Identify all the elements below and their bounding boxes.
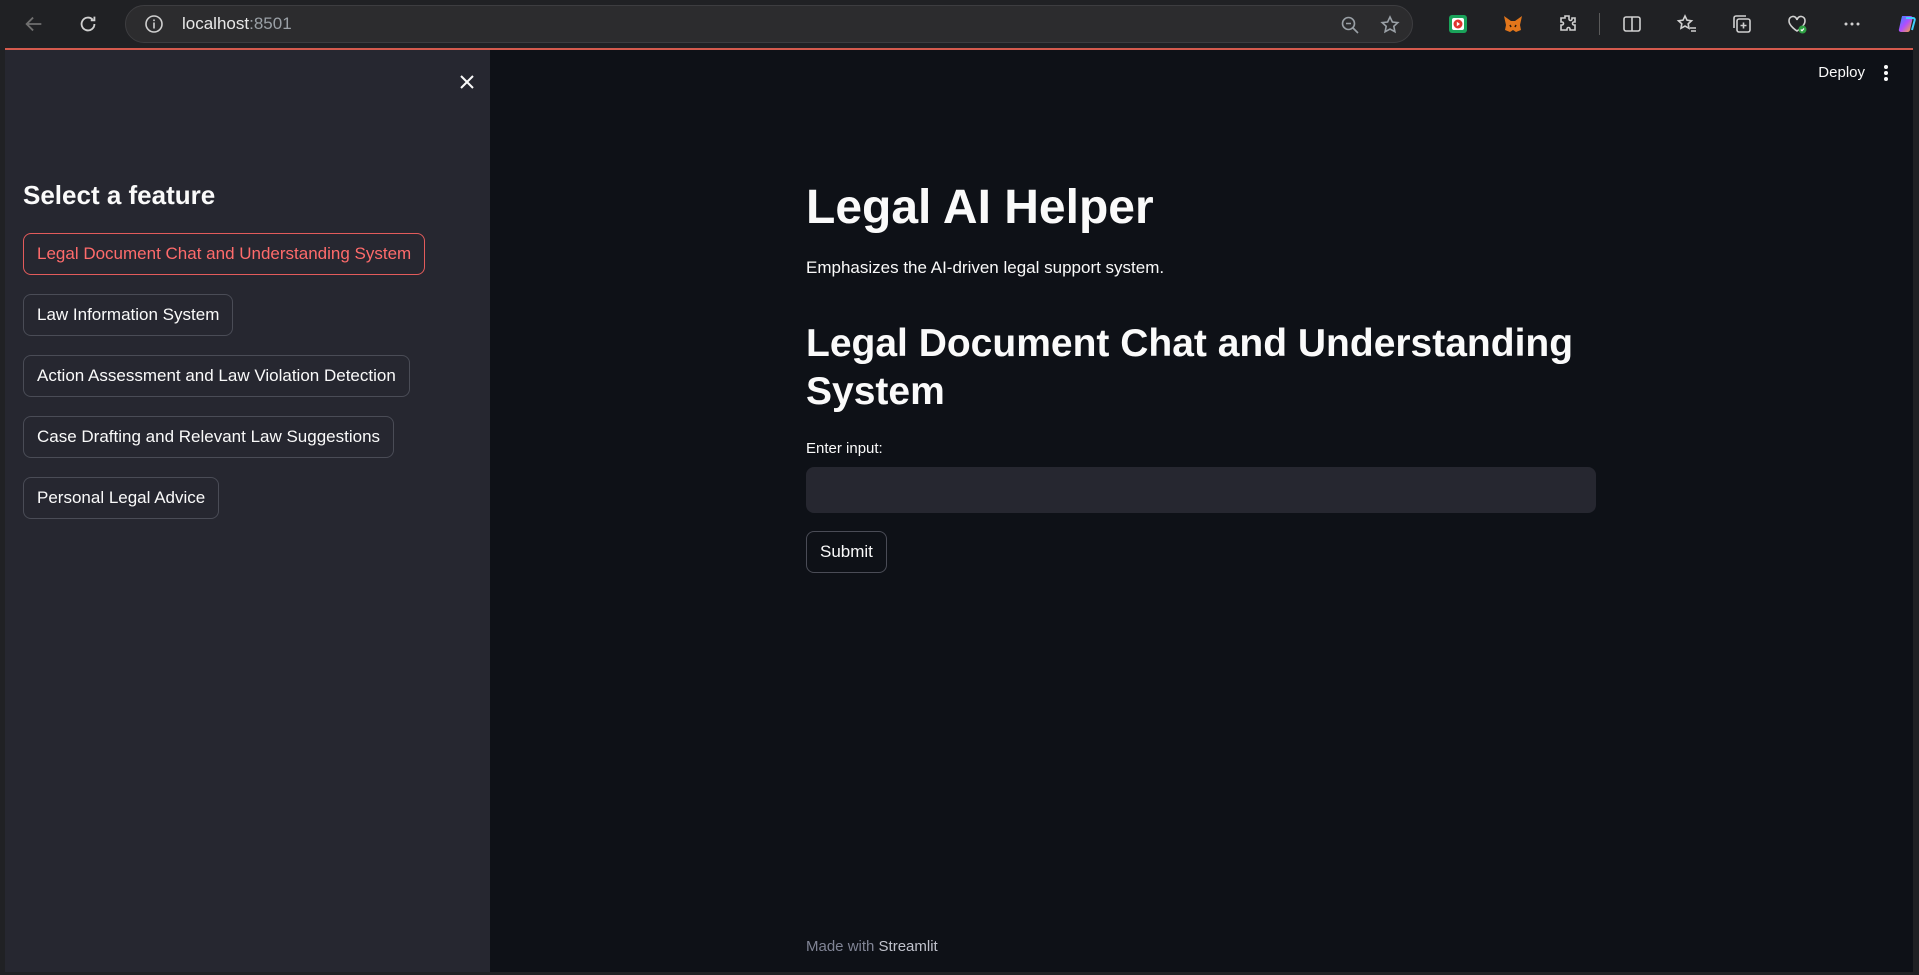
input-label: Enter input:: [806, 440, 883, 457]
browser-toolbar: localhost:8501: [0, 0, 1919, 48]
page-subtitle: Emphasizes the AI-driven legal support s…: [806, 258, 1165, 277]
split-screen-button[interactable]: [1604, 8, 1659, 40]
close-icon: [460, 75, 474, 89]
feature-button-personal-legal-advice[interactable]: Personal Legal Advice: [23, 477, 220, 519]
split-screen-icon: [1622, 16, 1641, 32]
extension-metamask[interactable]: [1485, 8, 1540, 40]
more-options-button[interactable]: [1824, 8, 1879, 40]
kebab-dot-icon: [1884, 77, 1888, 81]
video-extension-icon: [1448, 15, 1467, 33]
star-icon[interactable]: [1380, 15, 1400, 35]
reload-icon: [80, 16, 96, 32]
reload-button[interactable]: [70, 6, 106, 42]
extension-video[interactable]: [1430, 8, 1485, 40]
copilot-button[interactable]: [1879, 8, 1919, 40]
extensions-bar: [1430, 8, 1919, 40]
ellipsis-icon: [1844, 22, 1859, 26]
collections-icon: [1732, 15, 1751, 33]
favorites-icon: [1676, 14, 1696, 32]
favorites-button[interactable]: [1659, 8, 1714, 40]
feature-button-law-information[interactable]: Law Information System: [23, 294, 234, 336]
back-button[interactable]: [16, 6, 52, 42]
close-sidebar-button[interactable]: [453, 68, 481, 96]
footer: Made with Streamlit: [806, 938, 938, 955]
deploy-button[interactable]: Deploy: [1818, 64, 1865, 81]
url-port: :8501: [249, 14, 292, 33]
feature-button-case-drafting[interactable]: Case Drafting and Relevant Law Suggestio…: [23, 416, 395, 458]
browser-essentials-button[interactable]: [1769, 8, 1824, 40]
app-frame: Select a feature Legal Document Chat and…: [5, 48, 1913, 972]
site-info-icon[interactable]: [144, 14, 164, 34]
feature-button-action-assessment[interactable]: Action Assessment and Law Violation Dete…: [23, 355, 410, 397]
kebab-dot-icon: [1884, 71, 1888, 75]
kebab-dot-icon: [1884, 65, 1888, 69]
streamlit-link[interactable]: Streamlit: [879, 938, 938, 955]
sidebar-title: Select a feature: [23, 180, 216, 210]
extensions-button[interactable]: [1540, 8, 1595, 40]
page-title: Legal AI Helper: [806, 181, 1154, 234]
footer-prefix: Made with: [806, 938, 879, 955]
heart-pulse-icon: [1787, 15, 1806, 34]
text-input[interactable]: [806, 467, 1596, 513]
url-text: localhost:8501: [182, 14, 292, 34]
section-title: Legal Document Chat and Understanding Sy…: [806, 322, 1574, 413]
url-host: localhost: [182, 14, 250, 33]
copilot-icon: [1898, 16, 1916, 32]
main-menu-button[interactable]: [1881, 62, 1891, 84]
toolbar-divider: [1599, 13, 1600, 35]
sidebar: Select a feature Legal Document Chat and…: [5, 50, 490, 972]
zoom-icon[interactable]: [1340, 15, 1360, 35]
fox-icon: [1503, 16, 1522, 32]
address-bar[interactable]: localhost:8501: [125, 5, 1413, 43]
feature-button-legal-document-chat[interactable]: Legal Document Chat and Understanding Sy…: [23, 233, 426, 275]
submit-button[interactable]: Submit: [806, 531, 887, 573]
puzzle-icon: [1559, 15, 1576, 31]
main-area: Deploy Legal AI Helper Emphasizes the AI…: [490, 50, 1913, 972]
collections-button[interactable]: [1714, 8, 1769, 40]
arrow-left-icon: [25, 16, 42, 32]
